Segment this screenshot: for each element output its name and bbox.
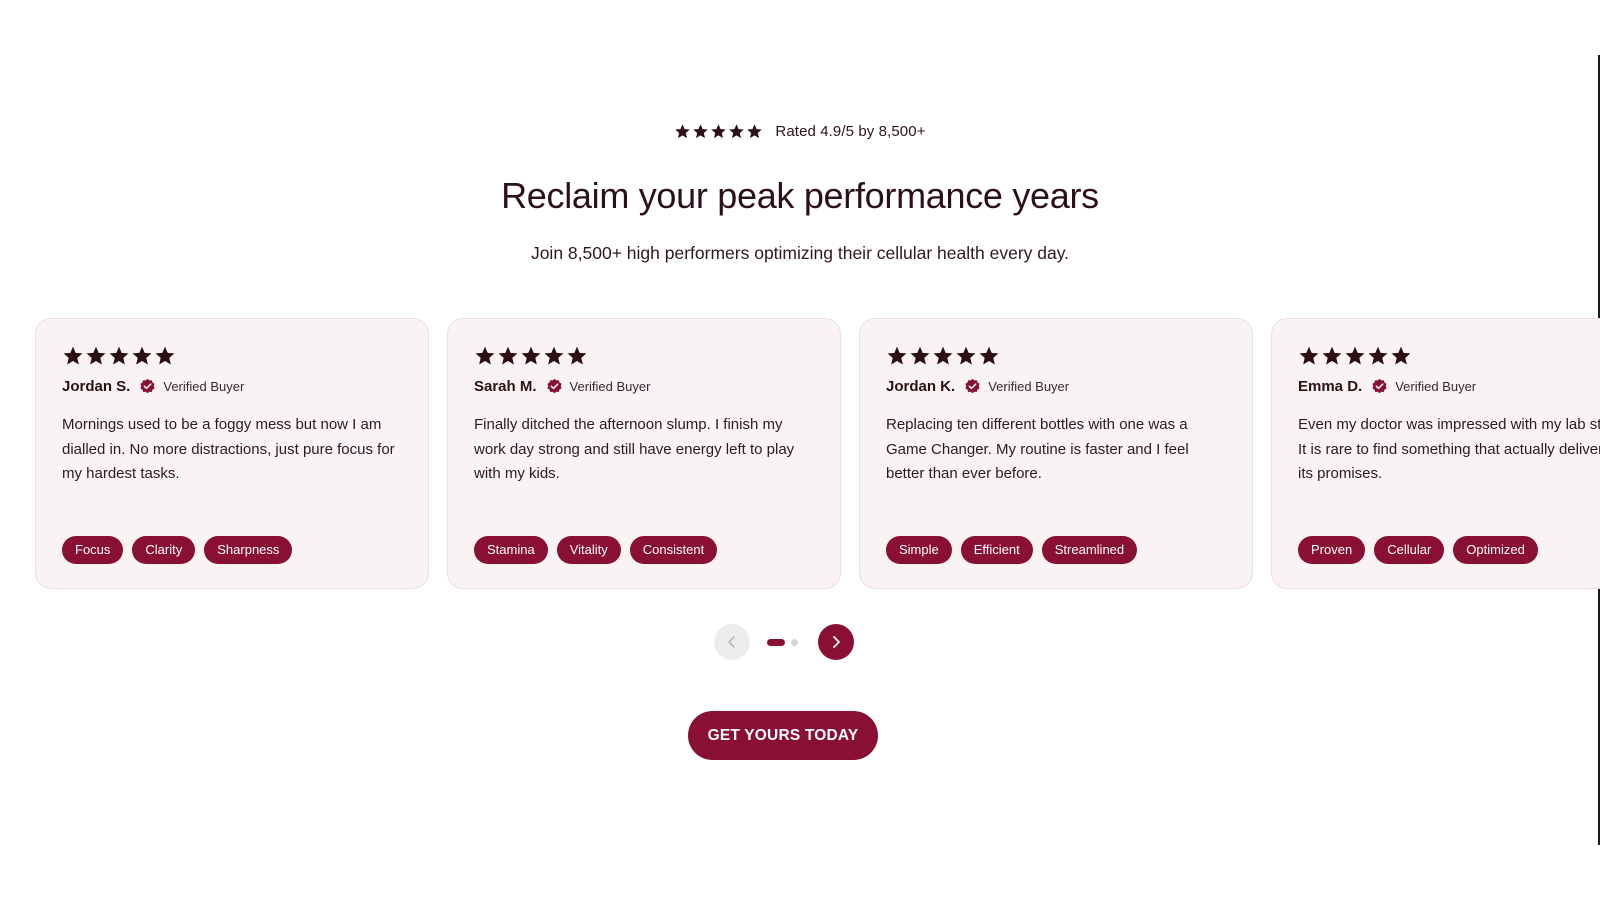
benefit-tag: Cellular xyxy=(1374,536,1445,564)
review-star-rating xyxy=(1298,345,1600,367)
star-icon xyxy=(932,345,954,367)
reviewer-name: Sarah M. xyxy=(474,378,537,395)
verified-buyer-label: Verified Buyer xyxy=(569,379,651,394)
verified-buyer-label: Verified Buyer xyxy=(988,379,1070,394)
review-star-rating xyxy=(886,345,1226,367)
star-icon xyxy=(1321,345,1343,367)
carousel-prev-button[interactable] xyxy=(714,624,750,660)
chevron-left-icon xyxy=(725,635,739,649)
star-icon xyxy=(955,345,977,367)
reviewer-name: Jordan S. xyxy=(62,378,131,395)
carousel-controls xyxy=(714,624,854,660)
pagination-dot[interactable] xyxy=(791,638,798,646)
benefit-tag: Simple xyxy=(886,536,952,564)
review-card: Jordan S. Verified Buyer Mornings used to … xyxy=(35,318,429,589)
benefit-tag: Streamlined xyxy=(1041,536,1138,564)
chevron-right-icon xyxy=(829,635,843,649)
star-icon xyxy=(710,123,727,140)
benefit-tag: Stamina xyxy=(474,536,548,564)
verified-check-icon xyxy=(964,378,981,395)
testimonials-section: Rated 4.9/5 by 8,500+ Reclaim your peak … xyxy=(0,0,1600,900)
star-icon xyxy=(978,345,1000,367)
star-icon xyxy=(1298,345,1320,367)
summary-star-rating xyxy=(674,123,763,140)
get-yours-today-button[interactable]: GET YOURS TODAY xyxy=(688,711,878,760)
review-star-rating xyxy=(62,345,402,367)
review-tags: Proven Cellular Optimized xyxy=(1298,536,1538,564)
carousel-next-button[interactable] xyxy=(818,624,854,660)
star-icon xyxy=(543,345,565,367)
reviewer-row: Jordan S. Verified Buyer xyxy=(62,378,402,395)
carousel-pagination xyxy=(767,638,798,646)
verified-buyer-label: Verified Buyer xyxy=(163,379,245,394)
rating-summary: Rated 4.9/5 by 8,500+ xyxy=(0,123,1600,140)
star-icon xyxy=(692,123,709,140)
review-card: Emma D. Verified Buyer Even my doctor was … xyxy=(1271,318,1600,589)
benefit-tag: Proven xyxy=(1298,536,1366,564)
benefit-tag: Vitality xyxy=(556,536,621,564)
star-icon xyxy=(886,345,908,367)
reviewer-row: Jordan K. Verified Buyer xyxy=(886,378,1226,395)
star-icon xyxy=(108,345,130,367)
review-card: Sarah M. Verified Buyer Finally ditched th… xyxy=(447,318,841,589)
review-text: Replacing ten different bottles with one… xyxy=(886,416,1189,482)
review-text: Mornings used to be a foggy mess but now… xyxy=(62,416,395,482)
pagination-dot-active[interactable] xyxy=(767,638,785,646)
star-icon xyxy=(62,345,84,367)
star-icon xyxy=(566,345,588,367)
review-star-rating xyxy=(474,345,814,367)
star-icon xyxy=(1390,345,1412,367)
section-headline: Reclaim your peak performance years xyxy=(501,175,1099,216)
section-subheadline: Join 8,500+ high performers optimizing t… xyxy=(530,243,1070,263)
reviewer-name: Jordan K. xyxy=(886,378,956,395)
verified-check-icon xyxy=(139,378,156,395)
verified-check-icon xyxy=(1371,378,1388,395)
review-text: Even my doctor was impressed with my lab… xyxy=(1298,416,1600,482)
star-icon xyxy=(85,345,107,367)
reviewer-row: Emma D. Verified Buyer xyxy=(1298,378,1600,395)
star-icon xyxy=(154,345,176,367)
star-icon xyxy=(674,123,691,140)
reviewer-row: Sarah M. Verified Buyer xyxy=(474,378,814,395)
benefit-tag: Clarity xyxy=(132,536,196,564)
star-icon xyxy=(1367,345,1389,367)
benefit-tag: Focus xyxy=(62,536,124,564)
review-tags: Focus Clarity Sharpness xyxy=(62,536,293,564)
star-icon xyxy=(728,123,745,140)
benefit-tag: Efficient xyxy=(960,536,1033,564)
review-tags: Simple Efficient Streamlined xyxy=(886,536,1138,564)
star-icon xyxy=(520,345,542,367)
verified-check-icon xyxy=(546,378,563,395)
star-icon xyxy=(131,345,153,367)
rating-summary-text: Rated 4.9/5 by 8,500+ xyxy=(775,123,926,140)
benefit-tag: Consistent xyxy=(629,536,718,564)
reviewer-name: Emma D. xyxy=(1298,378,1363,395)
review-card: Jordan K. Verified Buyer Replacing ten dif… xyxy=(859,318,1253,589)
benefit-tag: Optimized xyxy=(1453,536,1538,564)
review-text: Finally ditched the afternoon slump. I f… xyxy=(474,416,795,482)
star-icon xyxy=(1344,345,1366,367)
reviews-carousel: Jordan S. Verified Buyer Mornings used to … xyxy=(35,318,1600,590)
star-icon xyxy=(474,345,496,367)
star-icon xyxy=(909,345,931,367)
review-tags: Stamina Vitality Consistent xyxy=(474,536,718,564)
star-icon xyxy=(746,123,763,140)
star-icon xyxy=(497,345,519,367)
benefit-tag: Sharpness xyxy=(204,536,293,564)
reviews-track: Jordan S. Verified Buyer Mornings used to … xyxy=(35,318,1600,589)
verified-buyer-label: Verified Buyer xyxy=(1395,379,1477,394)
